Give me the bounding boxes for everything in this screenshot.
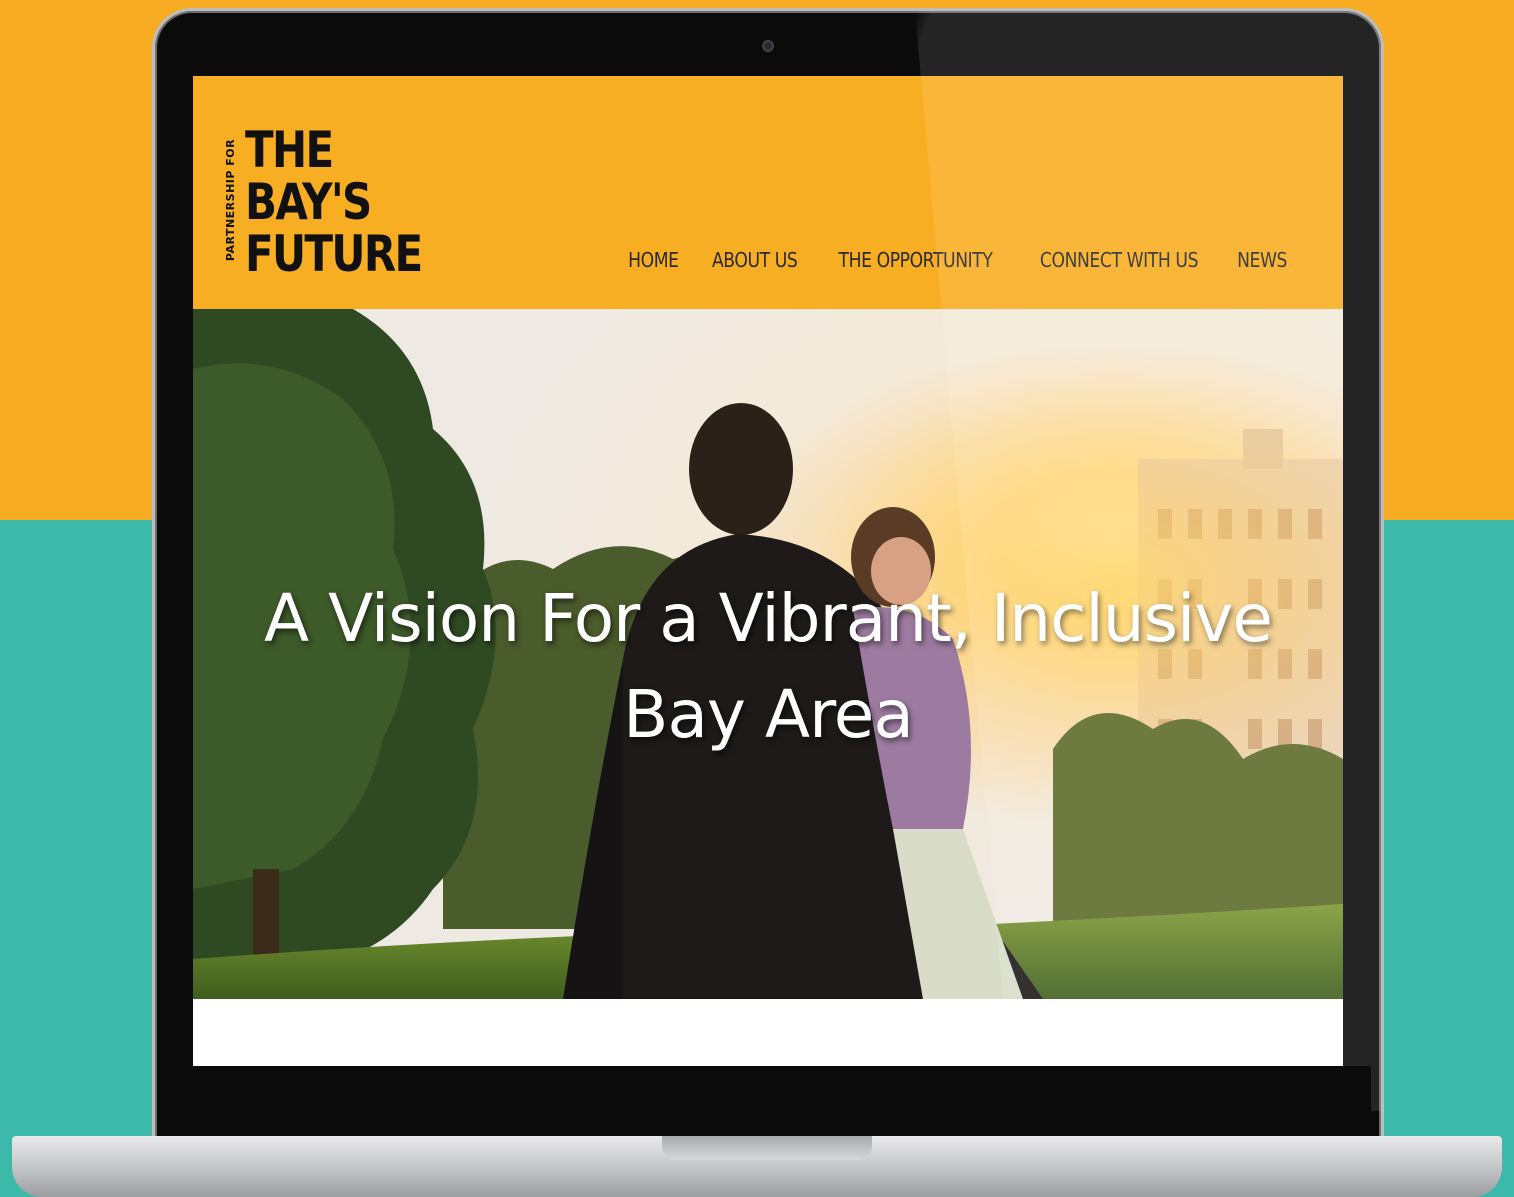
hero-title: A Vision For a Vibrant, Inclusive Bay Ar… (193, 571, 1343, 763)
hero-title-line-1: A Vision For a Vibrant, Inclusive (264, 580, 1273, 657)
nav-item-the-opportunity[interactable]: THE OPPORTUNITY (839, 248, 993, 272)
site-logo[interactable]: PARTNERSHIP FOR THE BAY'S FUTURE (223, 124, 423, 284)
nav-item-about-us[interactable]: ABOUT US (712, 248, 798, 272)
nav-item-connect-with-us[interactable]: CONNECT WITH US (1040, 248, 1199, 272)
hero-title-line-2: Bay Area (623, 676, 914, 753)
nav-item-news[interactable]: NEWS (1237, 248, 1287, 272)
logo-tagline: PARTNERSHIP FOR (223, 124, 239, 276)
page-content-area (193, 999, 1343, 1066)
logo-line-1: THE (245, 121, 334, 179)
laptop-bezel-bottom (165, 1066, 1371, 1138)
website-screen: PARTNERSHIP FOR THE BAY'S FUTURE HOME AB… (193, 76, 1343, 1066)
laptop-opening-notch (662, 1136, 872, 1160)
nav-item-home[interactable]: HOME (628, 248, 679, 272)
main-nav: HOME ABOUT US THE OPPORTUNITY CONNECT WI… (624, 248, 1291, 272)
site-header: PARTNERSHIP FOR THE BAY'S FUTURE HOME AB… (193, 76, 1343, 309)
hero-banner: A Vision For a Vibrant, Inclusive Bay Ar… (193, 309, 1343, 999)
webcam-icon (762, 40, 774, 52)
logo-vertical-text: PARTNERSHIP FOR (224, 138, 237, 262)
logo-line-2: BAY'S (245, 173, 372, 231)
logo-line-3: FUTURE (245, 225, 423, 283)
